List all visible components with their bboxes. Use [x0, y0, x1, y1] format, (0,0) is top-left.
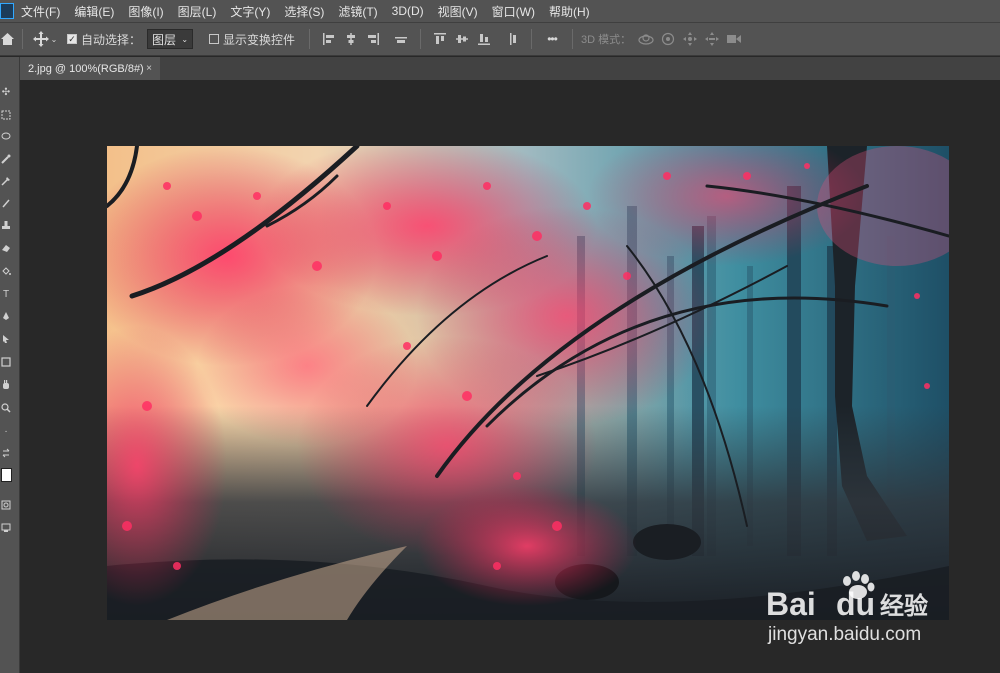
menu-edit[interactable]: 编辑(E): [67, 3, 121, 20]
align-top-icon[interactable]: [429, 29, 451, 49]
auto-select-toggle[interactable]: ✓ 自动选择：: [67, 31, 141, 48]
marquee-tool-icon[interactable]: [0, 107, 12, 123]
document-tab[interactable]: 2.jpg @ 100%(RGB/8#) ×: [20, 57, 160, 80]
tools-panel: ✣ T ·: [0, 57, 20, 673]
pen-tool-icon[interactable]: [0, 308, 12, 324]
screen-mode-icon[interactable]: [0, 520, 12, 536]
auto-select-label: 自动选择：: [81, 32, 142, 47]
clone-stamp-tool-icon[interactable]: [0, 217, 12, 233]
divider: [531, 29, 533, 49]
menu-bar: 文件(F) 编辑(E) 图像(I) 图层(L) 文字(Y) 选择(S) 滤镜(T…: [0, 0, 1000, 22]
menu-image[interactable]: 图像(I): [121, 3, 170, 20]
align-bottom-icon[interactable]: [473, 29, 495, 49]
align-horizontal-center-icon[interactable]: [340, 29, 362, 49]
align-left-icon[interactable]: [318, 29, 340, 49]
paint-bucket-tool-icon[interactable]: [0, 263, 12, 279]
more-options-button[interactable]: •••: [540, 32, 564, 46]
align-vertical-center-icon[interactable]: [451, 29, 473, 49]
menu-type[interactable]: 文字(Y): [223, 3, 277, 20]
move-tool-icon[interactable]: ✣: [0, 84, 12, 100]
show-transform-label: 显示变换控件: [223, 32, 296, 47]
distribute-horizontal-icon[interactable]: [390, 29, 412, 49]
move-tool-icon[interactable]: ⌄: [31, 31, 59, 47]
menu-window[interactable]: 窗口(W): [485, 3, 542, 20]
menu-layer[interactable]: 图层(L): [171, 3, 224, 20]
menu-file[interactable]: 文件(F): [14, 3, 67, 20]
photoshop-logo-icon[interactable]: [0, 3, 14, 19]
lasso-tool-icon[interactable]: [0, 129, 12, 145]
orbit-3d-icon[interactable]: [635, 29, 657, 49]
divider: [572, 29, 574, 49]
divider: [309, 29, 311, 49]
eraser-tool-icon[interactable]: [0, 240, 12, 256]
zoom-tool-icon[interactable]: [0, 400, 12, 416]
menu-filter[interactable]: 滤镜(T): [331, 3, 384, 20]
watermark-url: jingyan.baidu.com: [768, 624, 922, 645]
menu-3d[interactable]: 3D(D): [385, 4, 431, 18]
auto-select-target-value: 图层: [152, 32, 177, 47]
baidu-watermark: Bai du 经验 jingyan.baidu.com: [762, 565, 952, 655]
document-image[interactable]: [107, 146, 949, 620]
menu-select[interactable]: 选择(S): [277, 3, 331, 20]
roll-3d-icon[interactable]: [657, 29, 679, 49]
document-tab-title: 2.jpg @ 100%(RGB/8#): [28, 62, 144, 75]
more-tools-icon[interactable]: ·: [0, 423, 12, 439]
divider: [420, 29, 422, 49]
show-transform-toggle[interactable]: 显示变换控件: [209, 31, 295, 48]
rectangle-tool-icon[interactable]: [0, 354, 12, 370]
distribute-vertical-icon[interactable]: [501, 29, 523, 49]
drag-3d-icon[interactable]: [679, 29, 701, 49]
chevron-down-icon: ⌄: [181, 34, 189, 44]
svg-text:du: du: [836, 586, 875, 622]
show-transform-checkbox[interactable]: [209, 34, 220, 44]
foreground-color-swatch[interactable]: [0, 467, 12, 483]
scale-3d-icon[interactable]: [723, 29, 745, 49]
home-icon[interactable]: [0, 33, 14, 45]
svg-text:Bai: Bai: [766, 586, 816, 622]
slide-3d-icon[interactable]: [701, 29, 723, 49]
menu-help[interactable]: 帮助(H): [542, 3, 597, 20]
path-selection-tool-icon[interactable]: [0, 331, 12, 347]
document-tab-bar: 2.jpg @ 100%(RGB/8#) ×: [20, 57, 1000, 80]
align-right-icon[interactable]: [362, 29, 384, 49]
svg-text:经验: 经验: [880, 592, 928, 620]
forest-photo: [107, 146, 949, 620]
options-bar: ⌄ ✓ 自动选择： 图层 ⌄ 显示变换控件 ••• 3D 模式：: [0, 22, 1000, 56]
3d-mode-label: 3D 模式：: [581, 34, 632, 46]
quick-select-tool-icon[interactable]: [0, 151, 12, 167]
hand-tool-icon[interactable]: [0, 377, 12, 393]
eyedropper-tool-icon[interactable]: [0, 173, 12, 189]
auto-select-target-dropdown[interactable]: 图层 ⌄: [147, 29, 194, 49]
type-tool-icon[interactable]: T: [0, 286, 12, 302]
chevron-down-icon: ⌄: [50, 34, 58, 44]
quick-mask-icon[interactable]: [0, 497, 12, 513]
menu-view[interactable]: 视图(V): [431, 3, 485, 20]
swap-colors-icon[interactable]: [0, 445, 12, 461]
divider: [22, 29, 23, 49]
auto-select-checkbox[interactable]: ✓: [67, 34, 77, 44]
close-icon[interactable]: ×: [146, 63, 152, 74]
brush-tool-icon[interactable]: [0, 195, 12, 211]
